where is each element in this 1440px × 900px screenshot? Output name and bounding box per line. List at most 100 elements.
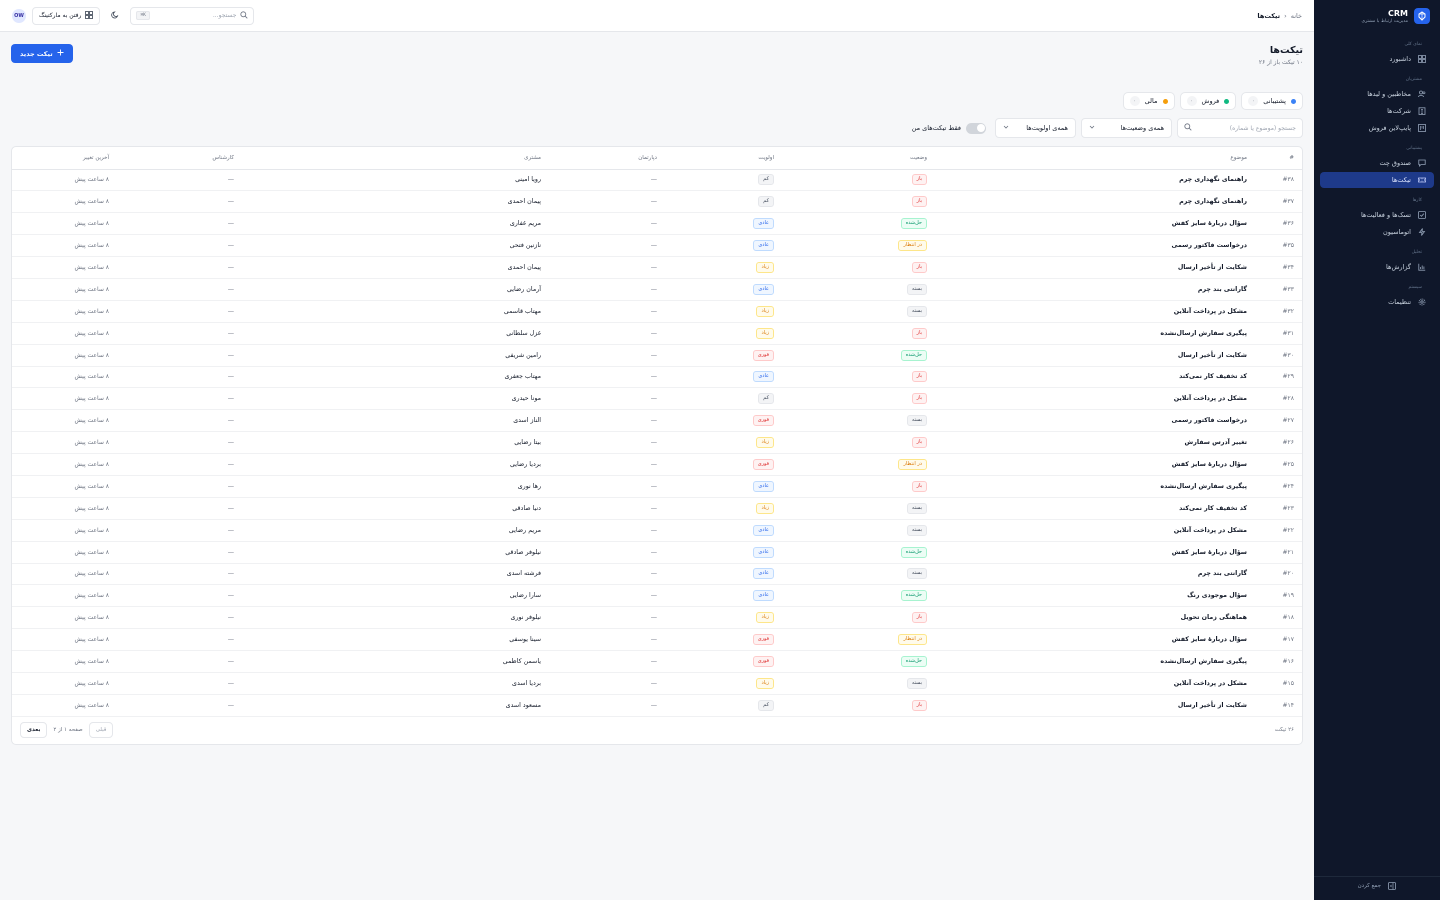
avatar[interactable]: OW [12, 8, 26, 23]
table-row[interactable]: #۳۶ سؤال دربارهٔ سایز کفش حل‌شده عادی — مریم … [12, 212, 1302, 236]
column-header[interactable]: کارشناس [117, 147, 242, 170]
table-row[interactable]: #۲۶ تغییر آدرس سفارش باز زیاد — بیتا رضایی —۸ … [12, 431, 1302, 455]
table-row[interactable]: #۲۸ مشکل در پرداخت آنلاین باز کم — مونا حیدری… [12, 387, 1302, 411]
prev-page-button[interactable]: قبلی [88, 722, 114, 739]
brand-subtitle: مدیریت ارتباط با مشتری [1361, 18, 1408, 24]
sidebar-item-automation[interactable]: اتوماسیون [1320, 224, 1434, 240]
ticket-subject[interactable]: پیگیری سفارش ارسال‌نشده [935, 322, 1255, 345]
ticket-subject[interactable]: سؤال موجودی رنگ [935, 584, 1255, 608]
table-row[interactable]: #۳۲ مشکل در پرداخت آنلاین بسته زیاد — مهتاب ق… [12, 300, 1302, 323]
go-to-marketing-button[interactable]: رفتن به مارکتینگ [32, 6, 101, 25]
ticket-search-input[interactable]: جستجو (موضوع یا شماره) [1177, 118, 1303, 138]
table-row[interactable]: #۲۴ پیگیری سفارش ارسال‌نشده باز عادی — رها نو… [12, 475, 1302, 498]
table-row[interactable]: #۱۵ مشکل در پرداخت آنلاین بسته زیاد — بردیا ا… [12, 672, 1302, 695]
table-row[interactable]: #۳۱ پیگیری سفارش ارسال‌نشده باز زیاد — غزل سل… [12, 322, 1302, 345]
sidebar-item-companies[interactable]: شرکت‌ها [1320, 103, 1434, 119]
nav-section-system: سیستم تنظیمات [1314, 281, 1440, 310]
table-row[interactable]: #۱۷ سؤال دربارهٔ سایز کفش در انتظار فوری — سی… [12, 628, 1302, 652]
ticket-subject[interactable]: درخواست فاکتور رسمی [935, 234, 1255, 258]
ticket-subject[interactable]: مشکل در پرداخت آنلاین [935, 387, 1255, 411]
ticket-subject[interactable]: سؤال دربارهٔ سایز کفش [935, 628, 1255, 652]
ticket-subject[interactable]: پیگیری سفارش ارسال‌نشده [935, 650, 1255, 673]
channel-chip-finance[interactable]: مالی ۰ [1122, 92, 1175, 110]
theme-toggle-button[interactable] [106, 7, 124, 25]
sidebar-item-contacts[interactable]: مخاطبین و لیدها [1320, 86, 1434, 102]
ticket-subject[interactable]: شکایت از تأخیر ارسال [935, 344, 1255, 367]
ticket-number: #۱۸ [1255, 606, 1302, 630]
new-ticket-button[interactable]: تیکت جدید [11, 44, 73, 63]
table-row[interactable]: #۲۷ درخواست فاکتور رسمی بسته فوری — الناز اسد… [12, 409, 1302, 433]
table-row[interactable]: #۳۴ شکایت از تأخیر ارسال باز زیاد — پیمان احم… [12, 256, 1302, 279]
sidebar-item-tickets[interactable]: تیکت‌ها [1320, 172, 1434, 188]
ticket-priority-cell: عادی [665, 234, 782, 258]
ticket-status-cell: بسته [782, 278, 935, 301]
table-row[interactable]: #۳۰ شکایت از تأخیر ارسال حل‌شده فوری — رامین … [12, 344, 1302, 367]
channel-chip-support[interactable]: پشتیبانی ۰ [1241, 92, 1303, 110]
ticket-subject[interactable]: مشکل در پرداخت آنلاین [935, 672, 1255, 695]
ticket-subject[interactable]: راهنمای نگهداری چرم [935, 169, 1255, 192]
column-header[interactable]: مشتری [242, 147, 549, 170]
collapse-sidebar-button[interactable]: جمع کردن [1314, 876, 1440, 894]
column-header[interactable]: # [1255, 147, 1302, 170]
ticket-priority-cell: زیاد [665, 322, 782, 345]
column-header[interactable]: اولویت [665, 147, 782, 170]
table-row[interactable]: #۳۳ گارانتی بند چرم بسته عادی — آرمان رضایی —۸… [12, 278, 1302, 301]
priority-filter-select[interactable]: همه‌ی اولویت‌ها [995, 118, 1076, 138]
sidebar-item-tasks[interactable]: تسک‌ها و فعالیت‌ها [1320, 207, 1434, 223]
ticket-subject[interactable]: مشکل در پرداخت آنلاین [935, 300, 1255, 323]
table-row[interactable]: #۱۴ شکایت از تأخیر ارسال باز کم — مسعود اسدی —… [12, 694, 1302, 717]
ticket-subject[interactable]: هماهنگی زمان تحویل [935, 606, 1255, 630]
column-header[interactable]: دپارتمان [549, 147, 665, 170]
table-row[interactable]: #۲۹ کد تخفیف کار نمی‌کند باز عادی — مهتاب جعف… [12, 366, 1302, 389]
table-row[interactable]: #۲۲ مشکل در پرداخت آنلاین بسته عادی — مریم رض… [12, 519, 1302, 542]
ticket-subject[interactable]: شکایت از تأخیر ارسال [935, 694, 1255, 717]
chevron-down-icon [1003, 124, 1009, 132]
sidebar-item-reports[interactable]: گزارش‌ها [1320, 259, 1434, 275]
table-row[interactable]: #۲۳ کد تخفیف کار نمی‌کند بسته زیاد — دنیا صاد… [12, 497, 1302, 520]
sidebar-item-chat[interactable]: صندوق چت [1320, 155, 1434, 171]
column-header[interactable]: موضوع [935, 147, 1255, 170]
table-row[interactable]: #۳۵ درخواست فاکتور رسمی در انتظار عادی — نازن… [12, 234, 1302, 258]
plus-icon [57, 49, 64, 58]
table-row[interactable]: #۲۵ سؤال دربارهٔ سایز کفش در انتظار فوری — بر… [12, 453, 1302, 476]
table-row[interactable]: #۱۶ پیگیری سفارش ارسال‌نشده حل‌شده فوری — یاس… [12, 650, 1302, 673]
sidebar-item-settings[interactable]: تنظیمات [1320, 294, 1434, 310]
status-filter-select[interactable]: همه‌ی وضعیت‌ها [1081, 118, 1172, 138]
column-header[interactable]: آخرین تغییر [12, 147, 117, 170]
ticket-subject[interactable]: شکایت از تأخیر ارسال [935, 256, 1255, 279]
next-page-button[interactable]: بعدی [20, 722, 48, 739]
ticket-subject[interactable]: گارانتی بند چرم [935, 278, 1255, 301]
ticket-status-cell: باز [782, 256, 935, 279]
ticket-subject[interactable]: راهنمای نگهداری چرم [935, 190, 1255, 214]
ticket-subject[interactable]: کد تخفیف کار نمی‌کند [935, 497, 1255, 520]
ticket-subject[interactable]: درخواست فاکتور رسمی [935, 409, 1255, 433]
ticket-subject[interactable]: مشکل در پرداخت آنلاین [935, 519, 1255, 542]
column-header[interactable]: وضعیت [782, 147, 935, 170]
table-row[interactable]: #۱۹ سؤال موجودی رنگ حل‌شده عادی — سارا رضایی —… [12, 584, 1302, 608]
ticket-updated: ۸ ساعت پیش [12, 694, 117, 717]
sidebar-item-pipeline[interactable]: پایپ‌لاین فروش [1320, 120, 1434, 136]
ticket-subject[interactable]: سؤال دربارهٔ سایز کفش [935, 453, 1255, 476]
ticket-subject[interactable]: سؤال دربارهٔ سایز کفش [935, 541, 1255, 564]
ticket-subject[interactable]: سؤال دربارهٔ سایز کفش [935, 212, 1255, 236]
ticket-agent: — [117, 366, 242, 389]
ticket-number: #۱۴ [1255, 694, 1302, 717]
sidebar-item-dashboard[interactable]: داشبورد [1320, 51, 1434, 67]
my-tickets-toggle[interactable] [966, 122, 986, 134]
table-row[interactable]: #۳۸ راهنمای نگهداری چرم باز کم — رویا امینی —۸… [12, 169, 1302, 192]
ticket-agent: — [117, 694, 242, 717]
brand[interactable]: CRM مدیریت ارتباط با مشتری [1314, 0, 1440, 32]
table-row[interactable]: #۲۱ سؤال دربارهٔ سایز کفش حل‌شده عادی — نیلوف… [12, 541, 1302, 564]
ticket-subject[interactable]: کد تخفیف کار نمی‌کند [935, 366, 1255, 389]
channel-chip-sales[interactable]: فروش ۰ [1179, 92, 1237, 110]
ticket-subject[interactable]: گارانتی بند چرم [935, 563, 1255, 586]
ticket-agent: — [117, 475, 242, 498]
ticket-subject[interactable]: تغییر آدرس سفارش [935, 431, 1255, 455]
global-search-input[interactable]: جستجو... ⌘K [130, 6, 255, 25]
ticket-subject[interactable]: پیگیری سفارش ارسال‌نشده [935, 475, 1255, 498]
priority-badge: کم [758, 196, 774, 208]
breadcrumb-home[interactable]: خانه [1291, 12, 1302, 20]
table-row[interactable]: #۳۷ راهنمای نگهداری چرم باز کم — پیمان احمدی —… [12, 190, 1302, 214]
table-row[interactable]: #۱۸ هماهنگی زمان تحویل باز زیاد — نیلوفر نوری… [12, 606, 1302, 630]
table-row[interactable]: #۲۰ گارانتی بند چرم بسته عادی — فرشته اسدی —۸ … [12, 563, 1302, 586]
